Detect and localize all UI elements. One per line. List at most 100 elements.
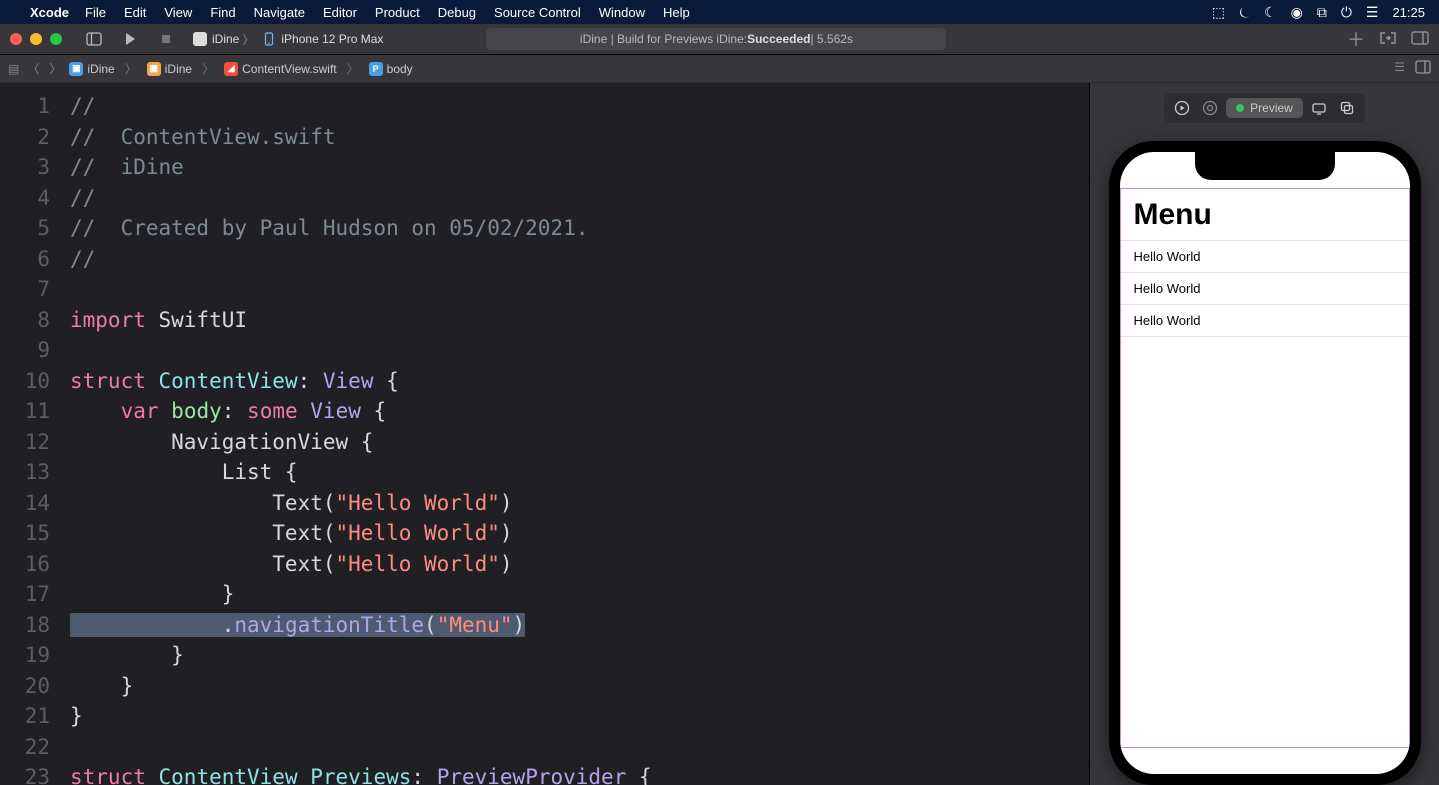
preview-status-pill[interactable]: Preview xyxy=(1226,98,1303,118)
list-item[interactable]: Hello World xyxy=(1120,305,1410,337)
device-icon xyxy=(262,32,276,46)
line-number: 23 xyxy=(0,762,50,785)
menu-find[interactable]: Find xyxy=(210,5,235,20)
related-items-button[interactable]: ▤ xyxy=(8,62,19,76)
power-icon[interactable]: ⏻ xyxy=(1341,4,1352,21)
scheme-target: iDine xyxy=(212,32,239,46)
xcode-toolbar: iDine 〉 iPhone 12 Pro Max iDine | Build … xyxy=(0,24,1439,55)
code-line[interactable]: // Created by Paul Hudson on 05/02/2021. xyxy=(70,213,1089,244)
canvas-toolbar: Preview xyxy=(1164,93,1365,123)
minimap-toggle[interactable]: ☰ xyxy=(1394,60,1405,77)
scheme-device: iPhone 12 Pro Max xyxy=(281,32,383,46)
menu-edit[interactable]: Edit xyxy=(124,5,146,20)
code-content[interactable]: //// ContentView.swift// iDine//// Creat… xyxy=(60,83,1089,785)
add-button[interactable]: ＋ xyxy=(1347,26,1365,52)
clock[interactable]: 21:25 xyxy=(1392,5,1425,20)
safe-area-guide xyxy=(1120,188,1410,189)
run-button[interactable] xyxy=(116,28,144,50)
preview-label: Preview xyxy=(1250,101,1293,115)
toggle-navigator-button[interactable] xyxy=(80,28,108,50)
menu-editor[interactable]: Editor xyxy=(323,5,357,20)
app-name[interactable]: Xcode xyxy=(30,5,69,20)
menu-view[interactable]: View xyxy=(164,5,192,20)
line-number: 5 xyxy=(0,213,50,244)
code-line[interactable]: } xyxy=(70,579,1089,610)
menu-source-control[interactable]: Source Control xyxy=(494,5,581,20)
phone-screen[interactable]: Menu Hello WorldHello WorldHello World xyxy=(1120,152,1410,774)
control-center-icon[interactable]: ☰ xyxy=(1366,4,1379,21)
status-time: | 5.562s xyxy=(810,32,852,46)
code-line[interactable]: var body: some View { xyxy=(70,396,1089,427)
nav-forward-button[interactable]: 〉 xyxy=(49,60,61,77)
code-review-button[interactable] xyxy=(1379,31,1397,48)
do-not-disturb-icon[interactable]: ☾ xyxy=(1264,4,1277,21)
preview-canvas: Preview Menu Hello WorldHello WorldHello… xyxy=(1090,83,1439,785)
globe-icon[interactable]: ◉ xyxy=(1291,4,1303,21)
close-window-button[interactable] xyxy=(10,33,22,45)
list-item[interactable]: Hello World xyxy=(1120,241,1410,273)
zoom-window-button[interactable] xyxy=(50,33,62,45)
adjust-editor-options[interactable] xyxy=(1415,60,1431,77)
code-line[interactable]: .navigationTitle("Menu") xyxy=(70,610,1089,641)
bluetooth-icon[interactable]: ⧉ xyxy=(1317,4,1327,21)
code-line[interactable]: Text("Hello World") xyxy=(70,549,1089,580)
code-line[interactable]: } xyxy=(70,640,1089,671)
minimize-window-button[interactable] xyxy=(30,33,42,45)
dropbox-icon[interactable]: ⬚ xyxy=(1212,4,1225,21)
device-settings-button[interactable] xyxy=(1307,97,1331,119)
code-line[interactable]: } xyxy=(70,671,1089,702)
code-line[interactable]: List { xyxy=(70,457,1089,488)
line-number: 22 xyxy=(0,732,50,763)
safe-area-guide xyxy=(1409,188,1410,748)
crumb-folder[interactable]: ▣iDine xyxy=(147,62,192,76)
list-item[interactable]: Hello World xyxy=(1120,273,1410,305)
crumb-symbol[interactable]: Pbody xyxy=(369,62,413,76)
code-line[interactable]: // iDine xyxy=(70,152,1089,183)
code-line[interactable]: // xyxy=(70,91,1089,122)
code-line[interactable]: } xyxy=(70,701,1089,732)
crumb-project[interactable]: ▣iDine xyxy=(69,62,114,76)
line-number: 6 xyxy=(0,244,50,275)
phone-notch xyxy=(1195,152,1335,180)
line-number: 19 xyxy=(0,640,50,671)
code-line[interactable] xyxy=(70,274,1089,305)
line-number: 11 xyxy=(0,396,50,427)
selectable-preview-button[interactable] xyxy=(1198,97,1222,119)
menu-help[interactable]: Help xyxy=(663,5,690,20)
live-preview-button[interactable] xyxy=(1170,97,1194,119)
nav-back-button[interactable]: 〈 xyxy=(27,60,39,77)
safe-area-guide xyxy=(1120,747,1410,748)
scheme-selector[interactable]: iDine 〉 iPhone 12 Pro Max xyxy=(188,27,383,51)
line-number: 17 xyxy=(0,579,50,610)
toggle-inspector-button[interactable] xyxy=(1411,31,1429,48)
window-controls xyxy=(10,33,62,45)
code-line[interactable]: struct ContentView_Previews: PreviewProv… xyxy=(70,762,1089,785)
duplicate-preview-button[interactable] xyxy=(1335,97,1359,119)
stop-button[interactable] xyxy=(152,28,180,50)
menu-file[interactable]: File xyxy=(85,5,106,20)
code-editor[interactable]: 1234567891011121314151617181920212223 //… xyxy=(0,83,1090,785)
disk-icon[interactable]: ⏾ xyxy=(1239,4,1250,21)
crumb-file[interactable]: ◢ContentView.swift xyxy=(224,62,337,76)
code-line[interactable]: Text("Hello World") xyxy=(70,488,1089,519)
code-line[interactable] xyxy=(70,732,1089,763)
main-area: 1234567891011121314151617181920212223 //… xyxy=(0,83,1439,785)
status-result: Succeeded xyxy=(747,32,810,46)
code-line[interactable]: // xyxy=(70,244,1089,275)
code-line[interactable]: // xyxy=(70,183,1089,214)
menu-window[interactable]: Window xyxy=(599,5,645,20)
code-line[interactable]: NavigationView { xyxy=(70,427,1089,458)
code-line[interactable]: // ContentView.swift xyxy=(70,122,1089,153)
preview-list: Hello WorldHello WorldHello World xyxy=(1120,240,1410,337)
activity-status[interactable]: iDine | Build for Previews iDine: Succee… xyxy=(486,28,946,50)
code-line[interactable]: import SwiftUI xyxy=(70,305,1089,336)
menu-navigate[interactable]: Navigate xyxy=(254,5,305,20)
code-line[interactable]: struct ContentView: View { xyxy=(70,366,1089,397)
code-line[interactable]: Text("Hello World") xyxy=(70,518,1089,549)
line-number: 20 xyxy=(0,671,50,702)
phone-frame: Menu Hello WorldHello WorldHello World xyxy=(1109,141,1421,785)
code-line[interactable] xyxy=(70,335,1089,366)
menu-product[interactable]: Product xyxy=(375,5,420,20)
menu-debug[interactable]: Debug xyxy=(438,5,476,20)
line-number: 21 xyxy=(0,701,50,732)
